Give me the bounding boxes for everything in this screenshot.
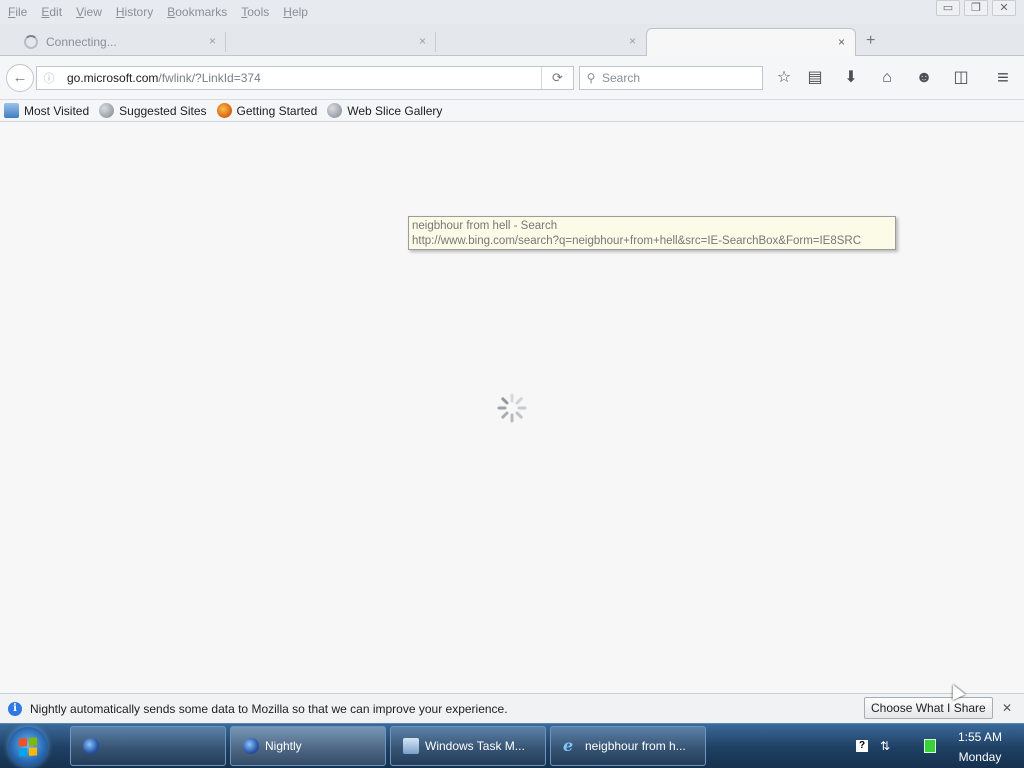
menu-view[interactable]: View	[76, 5, 102, 19]
info-icon: i	[8, 701, 22, 716]
clock-time: 1:55 AM	[957, 730, 1003, 744]
choose-what-i-share-button[interactable]: Choose What I Share	[864, 697, 993, 719]
new-tab-button[interactable]: +	[866, 32, 875, 50]
back-button[interactable]: ←	[6, 64, 34, 92]
globe-icon	[327, 103, 343, 118]
window-controls: ▭ ❐ ✕	[936, 0, 1016, 16]
start-button[interactable]	[8, 727, 48, 767]
folder-icon	[4, 103, 19, 118]
bookmark-most-visited[interactable]: Most Visited	[4, 103, 89, 118]
menu-file[interactable]: File	[8, 5, 27, 19]
tab-close-icon[interactable]: ×	[209, 34, 216, 48]
url-bar[interactable]: ⓘ go.microsoft.com/fwlink/?LinkId=374 ⟳	[36, 66, 574, 90]
battery-icon[interactable]	[924, 739, 937, 753]
taskbar-firefox[interactable]	[70, 726, 226, 766]
nightly-icon	[243, 738, 259, 754]
close-window-button[interactable]: ✕	[992, 0, 1016, 16]
tooltip-title: neigbhour from hell - Search	[412, 220, 558, 232]
tab-close-icon[interactable]: ×	[419, 34, 426, 48]
menu-edit[interactable]: Edit	[41, 5, 62, 19]
page-loading-spinner-icon	[497, 393, 527, 423]
search-icon: ⚲	[586, 71, 596, 85]
bookmark-getting-started[interactable]: Getting Started	[216, 103, 317, 118]
telemetry-notification-bar: i Nightly automatically sends some data …	[0, 693, 1024, 723]
hello-icon[interactable]: ☻	[913, 68, 935, 88]
firefox-icon	[83, 738, 99, 754]
tab-close-icon[interactable]: ×	[838, 35, 845, 49]
bookmarks-toolbar: Most Visited Suggested Sites Getting Sta…	[0, 100, 1024, 122]
taskbar-internet-explorer[interactable]: e neigbhour from h...	[550, 726, 706, 766]
navigation-toolbar: ← ⓘ go.microsoft.com/fwlink/?LinkId=374 …	[0, 56, 1024, 100]
restore-button[interactable]: ❐	[964, 0, 988, 16]
bookmark-star-icon[interactable]: ☆	[773, 68, 795, 88]
clock[interactable]: 1:55 AM Monday	[950, 727, 1010, 767]
notification-close-icon[interactable]: ✕	[1002, 701, 1012, 715]
firefox-icon	[216, 103, 232, 118]
tab-title: Connecting...	[46, 35, 117, 49]
notification-text: Nightly automatically sends some data to…	[30, 701, 508, 716]
menu-tools[interactable]: Tools	[241, 5, 269, 19]
taskbar-task-manager[interactable]: Windows Task M...	[390, 726, 546, 766]
clock-day: Monday	[958, 750, 1002, 764]
pocket-icon[interactable]: ◫	[950, 68, 972, 88]
menu-history[interactable]: History	[116, 5, 153, 19]
tab-active[interactable]: ×	[646, 28, 856, 56]
ie-icon: e	[563, 736, 574, 755]
url-text[interactable]: go.microsoft.com/fwlink/?LinkId=374	[67, 71, 261, 85]
link-tooltip: neigbhour from hell - Search http://www.…	[408, 216, 896, 250]
task-manager-icon	[403, 738, 419, 754]
bookmark-suggested-sites[interactable]: Suggested Sites	[99, 103, 207, 118]
tab-connecting[interactable]: Connecting... ×	[14, 28, 226, 56]
menu-help[interactable]: Help	[283, 5, 308, 19]
windows-logo-icon	[19, 737, 37, 757]
windows-taskbar: Nightly Windows Task M... e neigbhour fr…	[0, 723, 1024, 768]
hamburger-menu-icon[interactable]: ≡	[992, 68, 1014, 88]
tab-strip: Connecting... × × × × +	[0, 24, 1024, 56]
minimize-button[interactable]: ▭	[936, 0, 960, 16]
tooltip-url: http://www.bing.com/search?q=neigbhour+f…	[412, 235, 862, 247]
tab-blank[interactable]: ×	[226, 28, 436, 56]
reading-list-icon[interactable]: ▤	[804, 68, 826, 88]
loading-spinner-icon	[24, 35, 38, 49]
taskbar-nightly[interactable]: Nightly	[230, 726, 386, 766]
menu-bookmarks[interactable]: Bookmarks	[167, 5, 227, 19]
search-input[interactable]	[602, 71, 752, 85]
search-bar[interactable]: ⚲	[579, 66, 763, 90]
download-icon[interactable]: ⬇	[840, 68, 862, 88]
tab-close-icon[interactable]: ×	[629, 34, 636, 48]
site-info-icon[interactable]: ⓘ	[39, 70, 59, 86]
reload-icon[interactable]: ⟳	[541, 67, 573, 89]
globe-icon	[99, 103, 115, 118]
help-icon[interactable]: ?	[856, 740, 868, 752]
bookmark-web-slice-gallery[interactable]: Web Slice Gallery	[327, 103, 442, 118]
system-tray: ? ⇅	[856, 726, 937, 766]
home-icon[interactable]: ⌂	[876, 68, 898, 88]
menu-bar: File Edit View History Bookmarks Tools H…	[0, 0, 1024, 24]
tab-blank[interactable]: ×	[436, 28, 646, 56]
network-arrows-icon[interactable]: ⇅	[880, 739, 890, 753]
